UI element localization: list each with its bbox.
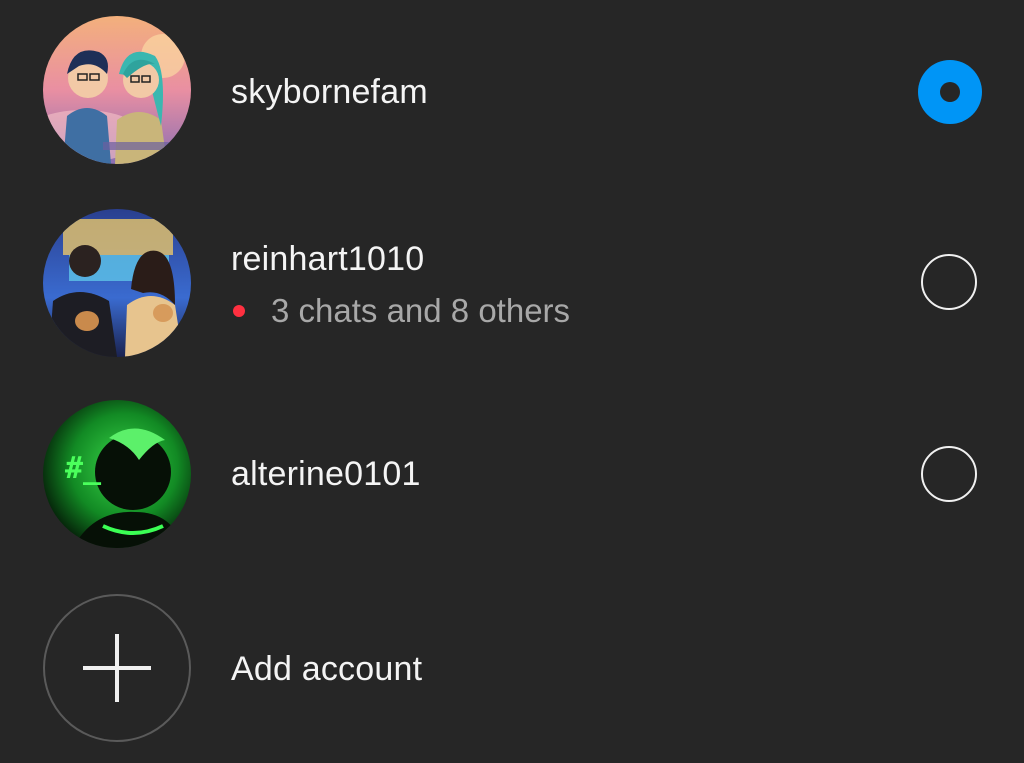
account-username: reinhart1010 (231, 240, 425, 278)
add-account-label: Add account (231, 650, 423, 688)
account-row-reinhart1010[interactable]: reinhart1010 3 chats and 8 others (0, 195, 1024, 375)
add-account-circle (43, 594, 191, 742)
notification-summary: 3 chats and 8 others (231, 292, 570, 330)
account-row-alterine0101[interactable]: #_ alterine0101 (0, 388, 1024, 568)
account-username: skybornefam (231, 73, 428, 111)
avatar (43, 16, 191, 164)
unselected-radio-icon[interactable] (921, 254, 977, 310)
svg-text:#_: #_ (65, 451, 102, 486)
add-account-button[interactable]: Add account (0, 580, 1024, 760)
avatar: #_ (43, 400, 191, 548)
green-hash-avatar-icon: #_ (43, 400, 191, 548)
selected-radio-icon[interactable] (918, 60, 982, 124)
plus-icon (83, 634, 151, 702)
notification-dot-icon (233, 305, 245, 317)
account-username: alterine0101 (231, 455, 421, 493)
notification-text: 3 chats and 8 others (271, 292, 571, 329)
couple-photo-avatar-icon (43, 209, 191, 357)
unselected-radio-icon[interactable] (921, 446, 977, 502)
account-switcher-list: skybornefam reinhart1010 3 chats and 8 o… (0, 0, 1024, 763)
account-row-skybornefam[interactable]: skybornefam (0, 0, 1024, 180)
avatar (43, 209, 191, 357)
couple-anime-avatar-icon (43, 16, 191, 164)
